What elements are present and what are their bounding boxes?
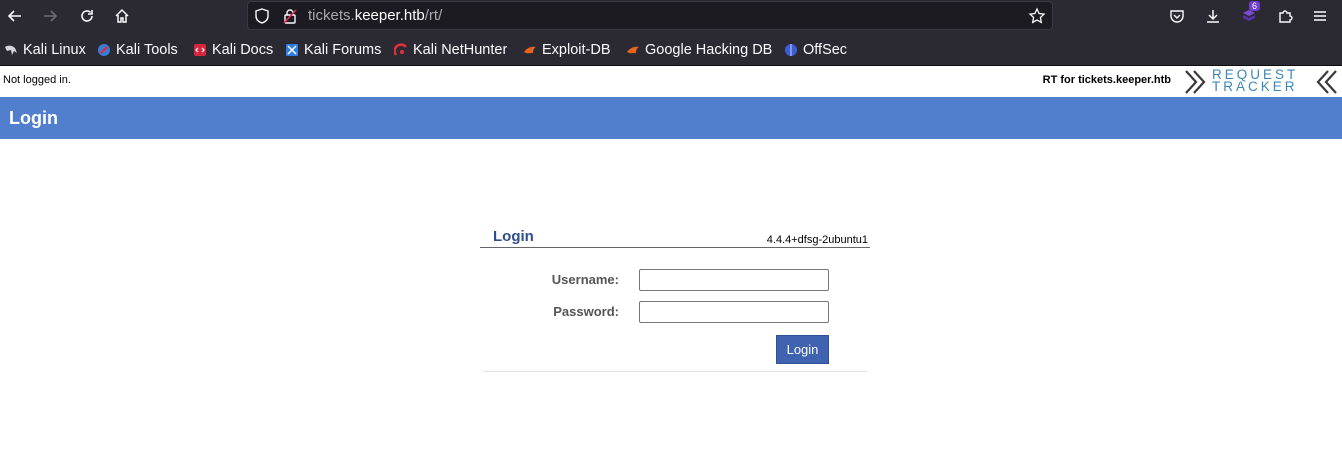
rt-instance-name: RT for tickets.keeper.htb <box>1042 74 1171 86</box>
bookmark-label: Google Hacking DB <box>645 42 773 58</box>
bookmark-label: Kali NetHunter <box>413 42 508 58</box>
bookmark-label: OffSec <box>803 42 848 58</box>
url-bar[interactable]: tickets.keeper.htb/rt/ <box>247 1 1053 30</box>
reload-icon[interactable] <box>75 4 99 28</box>
forward-arrow-icon[interactable] <box>38 4 62 28</box>
login-box-bottom-border <box>483 371 867 372</box>
extensions-puzzle-icon[interactable] <box>1273 4 1297 28</box>
pocket-icon[interactable] <box>1165 4 1189 28</box>
bookmark-kali-nethunter[interactable]: Kali NetHunter <box>393 41 508 59</box>
bookmark-kali-forums[interactable]: Kali Forums <box>285 41 381 59</box>
extension-badge: 6 <box>1249 1 1261 11</box>
insecure-lock-icon[interactable] <box>282 8 298 28</box>
downloads-icon[interactable] <box>1201 4 1225 28</box>
bookmark-label: Exploit-DB <box>542 42 611 58</box>
login-box-divider <box>480 247 870 248</box>
home-icon[interactable] <box>110 4 134 28</box>
logo-line-tracker: TRACKER <box>1212 79 1298 94</box>
kali-forums-icon <box>285 43 299 57</box>
request-tracker-logo[interactable]: REQUEST TRACKER <box>1184 68 1342 96</box>
login-box-title: Login <box>493 228 534 245</box>
bookmark-google-hacking-db[interactable]: Google Hacking DB <box>626 41 772 59</box>
url-host-prefix: tickets. <box>308 7 355 24</box>
username-input[interactable] <box>639 269 829 291</box>
page-header: Login <box>0 97 1342 139</box>
bookmark-label: Kali Tools <box>116 42 178 58</box>
menu-hamburger-icon[interactable] <box>1308 4 1332 28</box>
browser-toolbar: tickets.keeper.htb/rt/ 6 <box>0 0 1342 32</box>
kali-tools-icon <box>97 43 111 57</box>
bookmark-offsec[interactable]: OffSec <box>784 41 847 59</box>
bookmark-kali-docs[interactable]: Kali Docs <box>193 41 273 59</box>
url-host: keeper.htb <box>354 7 425 24</box>
bookmark-kali-linux[interactable]: Kali Linux <box>4 41 86 59</box>
logo-text: REQUEST TRACKER <box>1212 68 1298 94</box>
login-box: Login 4.4.4+dfsg-2ubuntu1 Username: Pass… <box>480 226 870 372</box>
url-text[interactable]: tickets.keeper.htb/rt/ <box>308 7 442 24</box>
bookmark-label: Kali Forums <box>304 42 382 58</box>
bookmark-label: Kali Linux <box>23 42 86 58</box>
back-arrow-icon[interactable] <box>3 4 27 28</box>
exploitdb-icon <box>523 43 537 57</box>
password-label: Password: <box>553 304 619 319</box>
bookmark-star-icon[interactable] <box>1028 7 1046 29</box>
url-path: /rt/ <box>424 7 443 24</box>
kali-dragon-icon <box>4 43 18 57</box>
ghdb-icon <box>626 43 640 57</box>
bookmarks-bar: Kali Linux Kali Tools Kali Docs Kali For… <box>0 32 1342 66</box>
rt-version: 4.4.4+dfsg-2ubuntu1 <box>766 234 868 246</box>
username-label: Username: <box>551 272 619 287</box>
bookmark-exploit-db[interactable]: Exploit-DB <box>523 41 611 59</box>
bookmark-label: Kali Docs <box>212 42 274 58</box>
login-button[interactable]: Login <box>776 335 829 364</box>
password-input[interactable] <box>639 301 829 323</box>
login-status: Not logged in. <box>3 74 71 86</box>
extension-icon[interactable]: 6 <box>1237 1 1261 28</box>
kali-docs-icon <box>193 43 207 57</box>
offsec-icon <box>784 43 798 57</box>
page-title: Login <box>9 108 58 128</box>
nethunter-icon <box>393 43 408 57</box>
rt-top-bar: Not logged in. RT for tickets.keeper.htb… <box>0 66 1342 97</box>
bookmark-kali-tools[interactable]: Kali Tools <box>97 41 178 59</box>
tracking-shield-icon[interactable] <box>254 8 270 28</box>
